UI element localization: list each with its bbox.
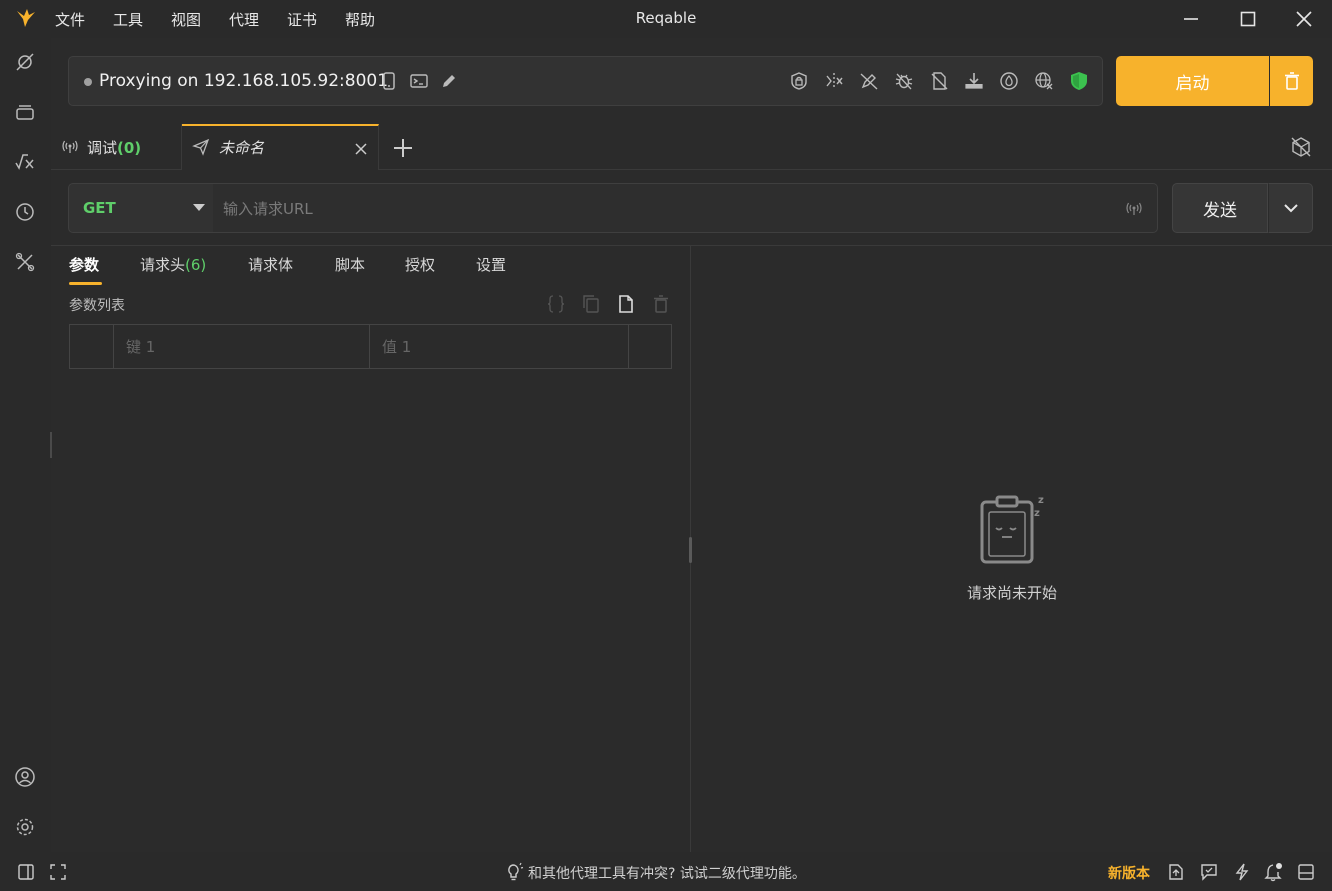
maximize-icon[interactable] <box>1235 6 1261 32</box>
close-icon[interactable] <box>1291 6 1317 32</box>
tab-debug-count: (0) <box>117 139 142 157</box>
menu-tools[interactable]: 工具 <box>113 9 143 30</box>
pane-resize-handle[interactable] <box>689 537 692 563</box>
url-field <box>213 183 1158 233</box>
collection-icon[interactable] <box>13 100 37 124</box>
row-action-cell[interactable] <box>629 325 671 368</box>
svg-text:z: z <box>1038 495 1044 506</box>
method-label: GET <box>83 199 116 217</box>
param-value-cell <box>370 325 629 368</box>
copy-icon[interactable] <box>581 294 601 314</box>
tab-script[interactable]: 脚本 <box>335 254 365 275</box>
file-export-icon[interactable] <box>1166 862 1186 882</box>
chevron-down-icon <box>1283 203 1298 213</box>
json-braces-icon[interactable] <box>546 294 566 314</box>
menu-help[interactable]: 帮助 <box>345 9 375 30</box>
app-logo-icon <box>14 6 38 30</box>
tab-params[interactable]: 参数 <box>69 254 99 275</box>
param-key-input[interactable] <box>126 337 346 357</box>
send-plane-icon <box>192 138 210 156</box>
add-tab-icon[interactable] <box>390 135 416 161</box>
mock-off-icon[interactable] <box>927 69 951 93</box>
params-list-title: 参数列表 <box>69 298 125 314</box>
start-proxy-button[interactable]: 启动 <box>1116 56 1269 106</box>
panel-layout-icon[interactable] <box>1296 862 1316 882</box>
sidebar-resize-handle[interactable] <box>50 432 52 458</box>
formula-icon[interactable] <box>13 150 37 174</box>
tab-debug[interactable]: 调试(0) <box>51 124 182 170</box>
param-value-input[interactable] <box>382 337 602 357</box>
signal-icon[interactable] <box>1125 200 1143 216</box>
trash-icon[interactable] <box>651 294 671 314</box>
tab-current-label: 未命名 <box>219 139 265 157</box>
tab-headers[interactable]: 请求头(6) <box>140 254 206 275</box>
terminal-icon[interactable] <box>407 69 431 93</box>
feedback-icon[interactable] <box>1199 862 1219 882</box>
param-key-cell <box>114 325 370 368</box>
ssl-lock-icon[interactable] <box>787 69 811 93</box>
minimize-icon[interactable] <box>1178 6 1204 32</box>
empty-state-text: 请求尚未开始 <box>966 584 1057 602</box>
method-select[interactable]: GET <box>68 183 214 233</box>
proxy-status-text: Proxying on 192.168.105.92:8001 <box>99 71 389 91</box>
fullscreen-icon[interactable] <box>48 862 68 882</box>
new-version-link[interactable]: 新版本 <box>1108 863 1150 883</box>
tab-close-icon[interactable] <box>352 140 370 158</box>
trash-icon <box>1284 72 1300 90</box>
sidebar-toggle-icon[interactable] <box>16 862 36 882</box>
tools-icon[interactable] <box>13 250 37 274</box>
edit-icon[interactable] <box>437 69 461 93</box>
tab-current-request[interactable]: 未命名 <box>182 124 379 170</box>
active-tab-indicator <box>69 282 102 285</box>
status-tip[interactable]: 和其他代理工具有冲突? 试试二级代理功能。 <box>528 863 806 883</box>
network-off-icon[interactable] <box>1032 69 1056 93</box>
lightbulb-icon <box>504 862 524 882</box>
account-icon[interactable] <box>13 765 37 789</box>
send-options-button[interactable] <box>1268 183 1313 233</box>
settings-icon[interactable] <box>13 815 37 839</box>
headers-count: (6) <box>185 256 207 274</box>
rewrite-off-icon[interactable] <box>857 69 881 93</box>
params-table <box>69 324 672 369</box>
proxy-status-dot <box>84 78 92 86</box>
paste-file-icon[interactable] <box>616 294 636 314</box>
divider <box>51 245 1332 246</box>
menu-file[interactable]: 文件 <box>55 9 85 30</box>
cube-off-icon[interactable] <box>1290 136 1314 160</box>
breakpoint-icon[interactable] <box>822 69 846 93</box>
tab-debug-label: 调试(0) <box>87 139 142 157</box>
send-button[interactable]: 发送 <box>1172 183 1268 233</box>
history-icon[interactable] <box>13 200 37 224</box>
menu-proxy[interactable]: 代理 <box>229 9 259 30</box>
proxy-bar: Proxying on 192.168.105.92:8001 <box>68 56 1103 106</box>
url-input[interactable] <box>223 196 1103 222</box>
download-icon[interactable] <box>962 69 986 93</box>
notification-bell-icon[interactable] <box>1264 862 1284 882</box>
signal-icon <box>61 138 79 154</box>
tab-auth[interactable]: 授权 <box>405 254 435 275</box>
sleeping-clipboard-icon: z z <box>978 494 1054 564</box>
caret-down-icon <box>193 204 205 212</box>
svg-text:z: z <box>1034 508 1040 519</box>
shield-check-icon[interactable] <box>1067 69 1091 93</box>
script-bug-icon[interactable] <box>892 69 916 93</box>
menu-certificate[interactable]: 证书 <box>287 9 317 30</box>
lightning-icon[interactable] <box>1232 862 1252 882</box>
clear-button[interactable] <box>1270 56 1313 106</box>
menu-view[interactable]: 视图 <box>171 9 201 30</box>
throttle-icon[interactable] <box>997 69 1021 93</box>
tab-settings[interactable]: 设置 <box>476 254 506 275</box>
row-checkbox-cell[interactable] <box>70 325 114 368</box>
mobile-icon[interactable] <box>377 69 401 93</box>
capture-icon[interactable] <box>13 50 37 74</box>
tab-body[interactable]: 请求体 <box>248 254 293 275</box>
